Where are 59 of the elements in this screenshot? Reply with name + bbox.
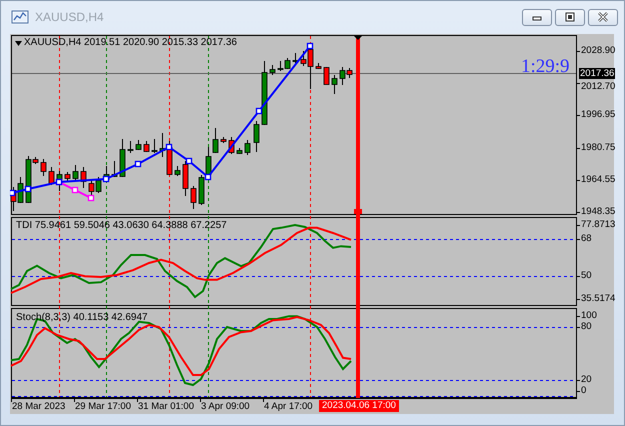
restore-icon xyxy=(564,12,576,22)
indicator-scale-label: 80 xyxy=(581,321,592,332)
time-axis-label: 4 Apr 17:00 xyxy=(264,401,313,412)
indicator-scale-label: 100 xyxy=(581,310,597,321)
candle xyxy=(190,186,196,210)
candle xyxy=(64,172,70,182)
maximize-button[interactable] xyxy=(555,8,585,26)
candle xyxy=(254,120,260,152)
close-icon xyxy=(597,12,609,22)
candle xyxy=(332,74,338,94)
candle xyxy=(228,136,234,154)
price-axis-label: 2028.90 xyxy=(581,45,616,56)
candle xyxy=(270,64,276,76)
indicator-legend: TDI 75.9461 59.5046 43.0630 64.3888 67.2257 xyxy=(16,220,227,231)
candle xyxy=(120,138,126,178)
cursor-time-label: 2023.04.06 17:00 xyxy=(319,400,399,412)
price-axis-label: 1996.95 xyxy=(581,109,616,120)
candle xyxy=(220,136,226,144)
chart-header-text: XAUUSD,H4 2019.51 2020.90 2015.33 2017.36 xyxy=(24,37,237,48)
close-button[interactable] xyxy=(588,8,618,26)
time-axis-label: 3 Apr 09:00 xyxy=(201,401,250,412)
candle xyxy=(112,160,118,178)
dropdown-icon[interactable] xyxy=(15,41,22,46)
time-axis-label: 29 Mar 17:00 xyxy=(75,401,131,412)
candle xyxy=(128,140,134,154)
price-axis-label: 1980.75 xyxy=(581,142,616,153)
window-title: XAUUSD,H4 xyxy=(35,10,105,24)
candle xyxy=(48,166,54,186)
chart-window-icon xyxy=(11,9,29,25)
candle xyxy=(144,140,150,152)
indicator-scale-label: 0 xyxy=(581,385,586,396)
candle xyxy=(262,60,268,126)
indicator-legend: Stoch(8,3,3) 40.1153 42.6947 xyxy=(16,312,148,323)
candle xyxy=(152,138,158,154)
candle xyxy=(182,160,188,196)
minimize-button[interactable] xyxy=(522,8,552,26)
price-axis-label: 2012.70 xyxy=(581,81,616,92)
time-axis-label: 31 Mar 01:00 xyxy=(138,401,194,412)
price-axis-label: 1964.55 xyxy=(581,174,616,185)
candle xyxy=(40,158,46,176)
candle xyxy=(316,62,322,70)
candle xyxy=(136,140,142,150)
indicator-scale-label: 20 xyxy=(581,374,592,385)
candle xyxy=(72,164,78,182)
indicator-scale-label: 50 xyxy=(581,270,592,281)
indicator-scale-label: 68 xyxy=(581,233,592,244)
price-axis-label: 1948.35 xyxy=(581,206,616,217)
candle xyxy=(244,140,250,156)
candle xyxy=(174,166,180,176)
indicator-scale-label: 77.8713 xyxy=(581,219,616,230)
candle xyxy=(292,52,298,64)
indicator-scale-label: 35.5174 xyxy=(581,293,616,304)
countdown-timer: 1:29:9 xyxy=(521,57,570,77)
candle xyxy=(236,148,242,154)
candle xyxy=(324,66,330,85)
time-axis-label: 28 Mar 2023 xyxy=(12,401,66,412)
current-price-label: 2017.36 xyxy=(579,68,616,79)
candle xyxy=(56,170,62,192)
candle xyxy=(80,166,86,188)
